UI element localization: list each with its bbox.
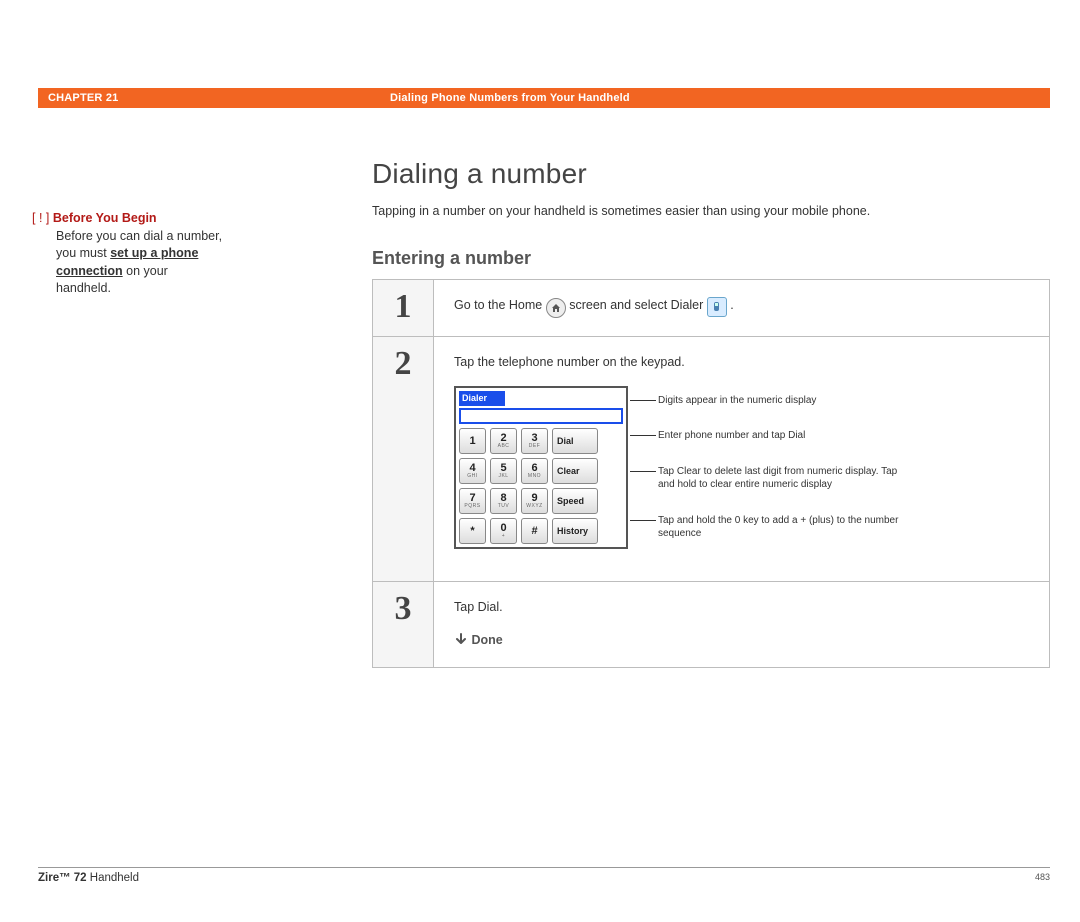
keypad-key-2: 2ABC <box>490 428 517 454</box>
chapter-section-title: Dialing Phone Numbers from Your Handheld <box>390 92 1050 104</box>
keypad-callouts: Digits appear in the numeric display Ent… <box>658 386 908 563</box>
step-number-2: 2 <box>373 337 434 581</box>
step-2-row: 2 Tap the telephone number on the keypad… <box>373 337 1049 582</box>
keypad-speed-button: Speed <box>552 488 598 514</box>
step-number-3: 3 <box>373 582 434 668</box>
section-subtitle: Entering a number <box>372 248 1050 269</box>
done-marker: Done <box>454 631 1035 650</box>
dialer-icon <box>707 297 727 317</box>
keypad-dial-button: Dial <box>552 428 598 454</box>
callout-dial: Enter phone number and tap Dial <box>658 429 908 443</box>
chapter-label: CHAPTER 21 <box>38 92 390 104</box>
callout-zero-plus: Tap and hold the 0 key to add a + (plus)… <box>658 514 908 541</box>
step-3-text: Tap Dial. <box>454 598 1035 617</box>
keypad-key-5: 5JKL <box>490 458 517 484</box>
keypad-key-6: 6MNO <box>521 458 548 484</box>
keypad-key-4: 4GHI <box>459 458 486 484</box>
chapter-header-bar: CHAPTER 21 Dialing Phone Numbers from Yo… <box>38 88 1050 108</box>
keypad-key-3: 3DEF <box>521 428 548 454</box>
keypad-key-1: 1 <box>459 428 486 454</box>
keypad-key-#: # <box>521 518 548 544</box>
keypad-history-button: History <box>552 518 598 544</box>
step-1-row: 1 Go to the Home screen and select Diale… <box>373 280 1049 337</box>
step-number-1: 1 <box>373 280 434 336</box>
step-2-text: Tap the telephone number on the keypad. <box>454 353 1035 372</box>
keypad-key-*: * <box>459 518 486 544</box>
before-you-begin-heading: [ ! ] Before You Begin <box>32 210 372 228</box>
page-number: 483 <box>1035 872 1050 884</box>
keypad-key-8: 8TUV <box>490 488 517 514</box>
footer-brand-rest: Handheld <box>87 872 139 884</box>
lead-paragraph: Tapping in a number on your handheld is … <box>372 202 1050 220</box>
home-icon <box>546 298 566 318</box>
dialer-keypad-figure: Dialer 12ABC3DEFDial 4GHI5JKL6MNOClear 7PQ… <box>454 386 628 550</box>
keypad-key-9: 9WXYZ <box>521 488 548 514</box>
page-footer: Zire™ 72 Handheld 483 <box>38 867 1050 884</box>
callout-numeric-display: Digits appear in the numeric display <box>658 394 908 408</box>
steps-container: 1 Go to the Home screen and select Diale… <box>372 279 1050 668</box>
footer-brand-bold: Zire™ 72 <box>38 872 87 884</box>
step-3-row: 3 Tap Dial. Done <box>373 582 1049 668</box>
keypad-numeric-display <box>459 408 623 424</box>
down-arrow-icon <box>454 632 468 646</box>
sidebar-before-you-begin: [ ! ] Before You Begin Before you can di… <box>32 158 372 668</box>
keypad-clear-button: Clear <box>552 458 598 484</box>
keypad-key-0: 0+ <box>490 518 517 544</box>
keypad-key-7: 7PQRS <box>459 488 486 514</box>
callout-clear: Tap Clear to delete last digit from nume… <box>658 465 908 492</box>
page-title: Dialing a number <box>372 158 1050 190</box>
keypad-title: Dialer <box>459 391 505 407</box>
